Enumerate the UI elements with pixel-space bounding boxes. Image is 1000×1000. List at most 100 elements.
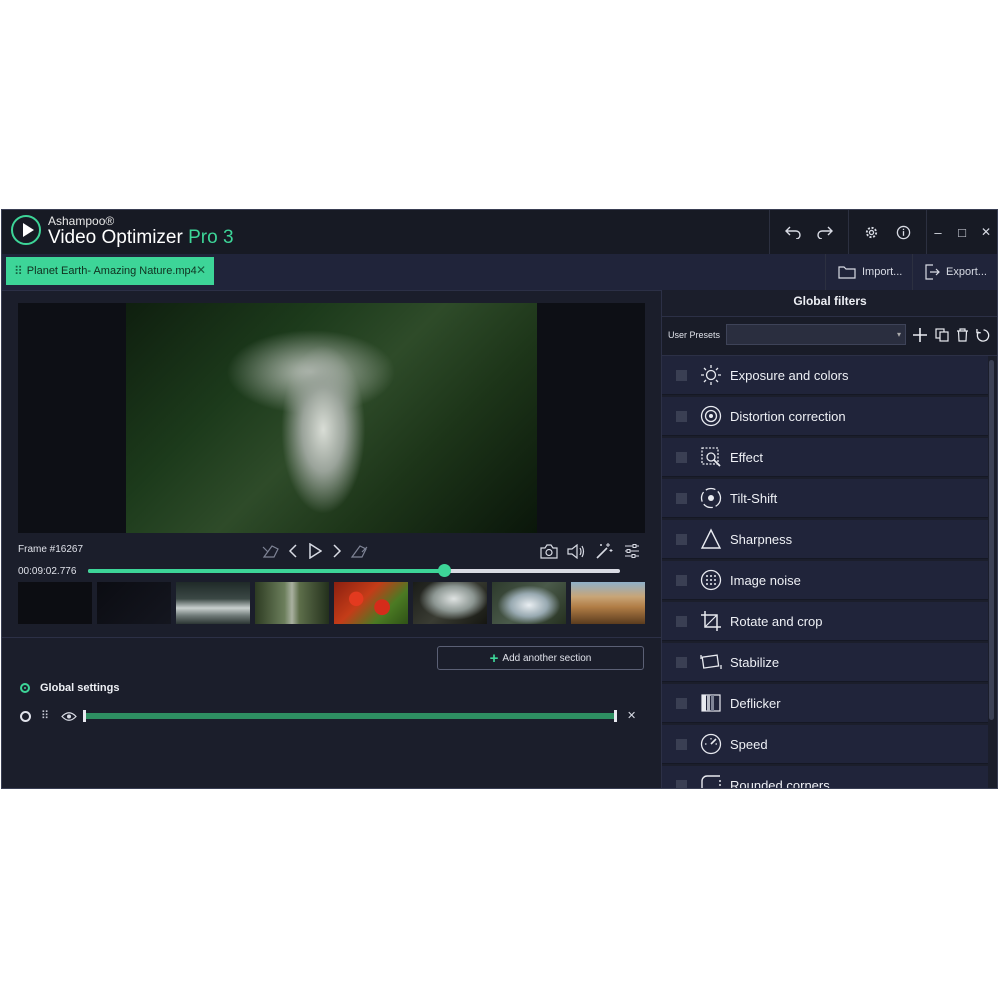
section-radio[interactable] — [20, 711, 31, 722]
thumbnail[interactable] — [255, 582, 329, 624]
filter-checkbox[interactable] — [676, 656, 687, 668]
copy-preset-button[interactable] — [933, 326, 951, 344]
filter-stabilize[interactable]: Stabilize — [662, 643, 988, 682]
filter-rotate-crop[interactable]: Rotate and crop — [662, 602, 988, 641]
global-settings-radio[interactable] — [20, 683, 30, 693]
mark-out-icon — [350, 545, 368, 558]
settings-button[interactable] — [858, 210, 884, 254]
filter-speed[interactable]: Speed — [662, 725, 988, 764]
filter-effect[interactable]: Effect — [662, 438, 988, 477]
filter-checkbox[interactable] — [676, 615, 687, 627]
deflicker-icon — [699, 691, 723, 715]
global-settings-row[interactable]: Global settings — [20, 680, 119, 696]
presets-dropdown[interactable]: ▾ — [726, 324, 906, 345]
filter-checkbox[interactable] — [676, 574, 687, 586]
thumbnail[interactable] — [334, 582, 408, 624]
undo-icon — [785, 226, 801, 239]
noise-icon — [699, 568, 723, 592]
thumbnail[interactable] — [571, 582, 645, 624]
separator — [769, 210, 770, 254]
filter-tilt-shift[interactable]: Tilt-Shift — [662, 479, 988, 518]
next-frame-button[interactable] — [326, 540, 348, 562]
magic-wand-icon — [596, 543, 613, 559]
filter-distortion-correction[interactable]: Distortion correction — [662, 397, 988, 436]
filter-deflicker[interactable]: Deflicker — [662, 684, 988, 723]
timeline-progress — [88, 569, 445, 573]
mark-in-button[interactable] — [260, 540, 282, 562]
reset-preset-button[interactable] — [974, 326, 992, 344]
filters-list: Exposure and colors Distortion correctio… — [662, 354, 988, 789]
thumbnail[interactable] — [176, 582, 250, 624]
filter-label: Speed — [730, 736, 768, 752]
thumbnail[interactable] — [492, 582, 566, 624]
file-tab[interactable]: ⠿ Planet Earth- Amazing Nature.mp4 ✕ — [6, 257, 214, 285]
minimize-button[interactable]: – — [928, 210, 948, 254]
drag-handle-icon[interactable]: ⠿ — [14, 264, 23, 278]
play-button[interactable] — [304, 540, 326, 562]
remove-section-icon[interactable]: ✕ — [627, 709, 636, 722]
redo-button[interactable] — [810, 210, 840, 254]
delete-preset-button[interactable] — [953, 326, 971, 344]
filter-label: Stabilize — [730, 654, 780, 670]
tilt-shift-icon — [699, 486, 723, 510]
separator — [912, 254, 913, 290]
plus-icon — [913, 328, 927, 342]
timeline-slider[interactable] — [88, 564, 620, 577]
previous-frame-button[interactable] — [282, 540, 304, 562]
preview-settings-button[interactable] — [621, 540, 643, 562]
info-button[interactable] — [890, 210, 916, 254]
drag-handle-icon[interactable]: ⠿ — [41, 709, 49, 722]
add-preset-button[interactable] — [911, 326, 929, 344]
timeline-handle[interactable] — [438, 564, 452, 577]
filter-exposure-colors[interactable]: Exposure and colors — [662, 356, 988, 395]
mark-in-icon — [262, 545, 279, 558]
effect-icon — [699, 445, 723, 469]
close-tab-icon[interactable]: ✕ — [196, 263, 206, 277]
filter-checkbox[interactable] — [676, 738, 687, 750]
close-button[interactable]: ✕ — [976, 210, 996, 254]
thumbnail[interactable] — [97, 582, 171, 624]
filter-sharpness[interactable]: Sharpness — [662, 520, 988, 559]
stabilize-icon — [699, 650, 723, 674]
filter-checkbox[interactable] — [676, 369, 687, 381]
section-range-bar[interactable] — [84, 713, 616, 719]
filter-checkbox[interactable] — [676, 533, 687, 545]
add-section-button[interactable]: + Add another section — [437, 646, 644, 670]
filter-checkbox[interactable] — [676, 451, 687, 463]
section-row: ⠿ ✕ — [20, 709, 640, 725]
global-settings-label: Global settings — [40, 682, 120, 694]
video-preview[interactable] — [18, 303, 645, 533]
filter-checkbox[interactable] — [676, 410, 687, 422]
import-button[interactable]: Import... — [838, 254, 902, 290]
maximize-button[interactable]: □ — [952, 210, 972, 254]
snapshot-button[interactable] — [538, 540, 560, 562]
filter-checkbox[interactable] — [676, 697, 687, 709]
sun-icon — [699, 363, 723, 387]
section-end-handle[interactable] — [614, 710, 617, 722]
filter-label: Rounded corners — [730, 777, 830, 789]
gear-icon — [865, 226, 877, 238]
scrollbar[interactable] — [989, 360, 994, 720]
filter-image-noise[interactable]: Image noise — [662, 561, 988, 600]
section-start-handle[interactable] — [83, 710, 86, 722]
thumbnail[interactable] — [18, 582, 92, 624]
mark-out-button[interactable] — [348, 540, 370, 562]
filter-checkbox[interactable] — [676, 779, 687, 788]
filter-label: Effect — [730, 449, 764, 465]
folder-icon — [838, 266, 856, 279]
thumbnail[interactable] — [413, 582, 487, 624]
undo-button[interactable] — [778, 210, 808, 254]
info-icon — [896, 225, 910, 239]
volume-button[interactable] — [565, 540, 587, 562]
app-window: Ashampoo® Video Optimizer Pro 3 – □ ✕ ⠿ … — [1, 209, 998, 789]
export-button[interactable]: Export... — [924, 254, 987, 290]
crop-icon — [699, 609, 723, 633]
filter-checkbox[interactable] — [676, 492, 687, 504]
brand-small: Ashampoo® — [48, 214, 115, 228]
user-presets-row: User Presets ▾ — [662, 316, 997, 356]
playback-controls: Frame #16267 — [18, 540, 645, 562]
auto-enhance-button[interactable] — [593, 540, 615, 562]
filter-rounded-corners[interactable]: Rounded corners — [662, 766, 988, 789]
eye-icon[interactable] — [61, 711, 77, 722]
frame-label: Frame #16267 — [18, 544, 84, 555]
